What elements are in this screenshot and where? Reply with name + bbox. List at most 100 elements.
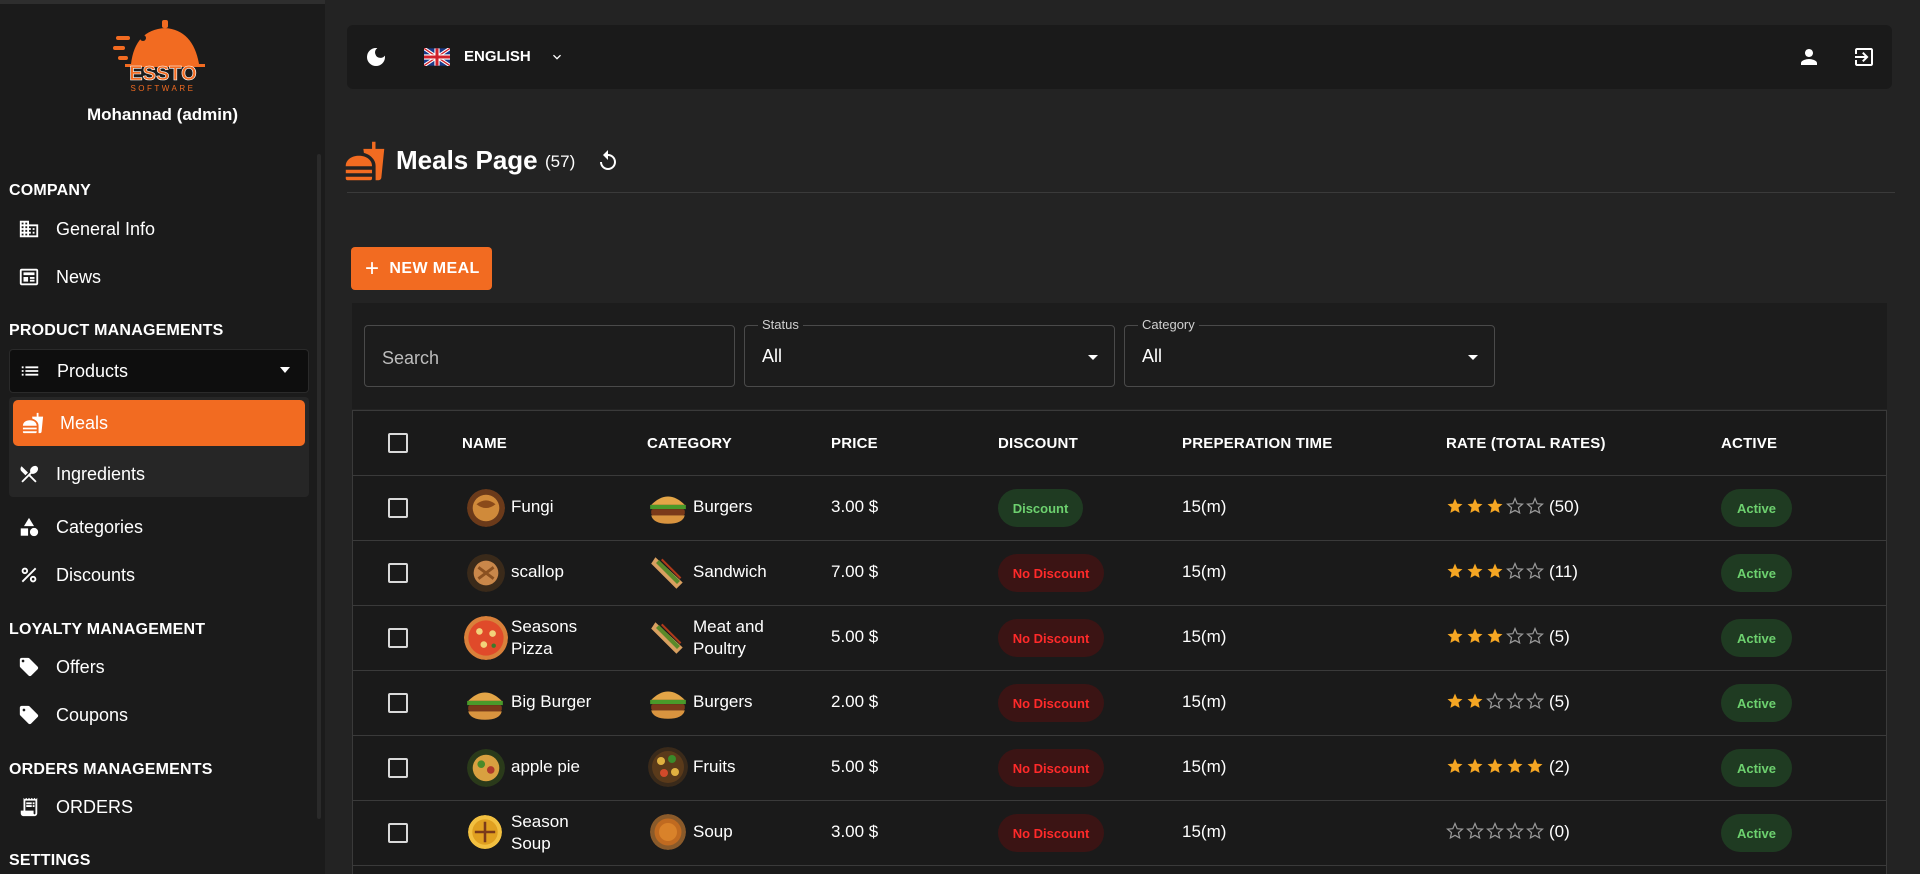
discount-badge: No Discount xyxy=(998,554,1104,592)
col-active[interactable]: ACTIVE xyxy=(1721,435,1777,452)
language-selector[interactable]: ENGLISH xyxy=(464,48,531,65)
row-checkbox[interactable] xyxy=(388,823,408,843)
rating-stars xyxy=(1446,497,1546,515)
sidebar-item-products[interactable]: Products xyxy=(9,349,309,393)
sidebar-item-ingredients[interactable]: Ingredients xyxy=(9,454,309,494)
logout-icon[interactable] xyxy=(1852,45,1876,69)
star-empty-icon xyxy=(1506,497,1524,515)
moon-icon[interactable] xyxy=(364,45,388,69)
sidebar-item-label: Categories xyxy=(56,516,144,537)
star-filled-icon xyxy=(1467,628,1483,643)
tags-icon xyxy=(14,703,44,727)
total-rates: (50) xyxy=(1549,497,1580,516)
active-badge[interactable]: Active xyxy=(1721,749,1792,787)
section-product: PRODUCT MANAGEMENTS xyxy=(9,322,224,339)
table-row[interactable]: scallop Sandwich 7.00 $ No Discount 15(m… xyxy=(353,541,1886,606)
prep-time: 15(m) xyxy=(1182,757,1227,776)
sidebar-item-label: ORDERS xyxy=(56,796,134,817)
prep-time: 15(m) xyxy=(1182,822,1227,841)
percent-icon xyxy=(14,563,44,587)
meal-name: apple pie xyxy=(511,757,581,776)
status-select[interactable]: Status All xyxy=(744,317,1115,387)
table-row[interactable]: Big Burger Burgers 2.00 $ No Discount 15… xyxy=(353,671,1886,736)
total-rates: (5) xyxy=(1549,627,1570,646)
sidebar-item-meals[interactable]: Meals xyxy=(13,400,305,446)
row-checkbox[interactable] xyxy=(388,628,408,648)
list-icon xyxy=(15,359,45,383)
building-icon xyxy=(14,217,44,241)
sidebar-item-offers[interactable]: Offers xyxy=(9,647,309,687)
category-thumbnail xyxy=(650,814,686,850)
meal-price: 3.00 $ xyxy=(831,497,879,516)
star-filled-icon xyxy=(1507,758,1523,773)
active-badge[interactable]: Active xyxy=(1721,684,1792,722)
sidebar-item-categories[interactable]: Categories xyxy=(9,507,309,547)
star-filled-icon xyxy=(1487,628,1503,643)
meal-thumbnail xyxy=(467,692,503,720)
app-root: ESSTO SOFTWARE Mohannad (admin) COMPANY … xyxy=(0,0,1920,874)
table-row[interactable]: Seasons Pizza Meat and Poultry 5.00 $ No D… xyxy=(353,606,1886,671)
row-checkbox[interactable] xyxy=(388,693,408,713)
sidebar-item-discounts[interactable]: Discounts xyxy=(9,555,309,595)
sidebar-item-label: Discounts xyxy=(56,564,136,585)
meal-name: scallop xyxy=(511,562,564,581)
new-meal-button[interactable]: + NEW MEAL xyxy=(351,247,492,290)
uk-flag-icon[interactable] xyxy=(424,48,450,66)
col-prep-time[interactable]: PREPERATION TIME xyxy=(1182,435,1332,452)
chevron-down-icon[interactable] xyxy=(549,49,565,65)
star-empty-icon xyxy=(1446,822,1464,840)
receipt-icon xyxy=(14,795,44,819)
star-filled-icon xyxy=(1467,693,1483,708)
select-all-checkbox[interactable] xyxy=(388,433,408,453)
row-checkbox[interactable] xyxy=(388,498,408,518)
sidebar-scrollbar[interactable] xyxy=(317,154,321,819)
active-badge[interactable]: Active xyxy=(1721,814,1792,852)
col-category[interactable]: CATEGORY xyxy=(647,435,732,452)
caret-down-icon xyxy=(280,367,290,373)
sidebar-item-label: Ingredients xyxy=(56,463,146,484)
star-filled-icon xyxy=(1447,758,1463,773)
meal-thumbnail xyxy=(467,554,505,592)
sidebar-item-news[interactable]: News xyxy=(9,257,309,297)
star-empty-icon xyxy=(1506,627,1524,645)
active-badge[interactable]: Active xyxy=(1721,489,1792,527)
col-discount[interactable]: DISCOUNT xyxy=(998,435,1078,452)
category-thumbnail xyxy=(648,747,688,787)
table-row[interactable]: Fungi Burgers 3.00 $ Discount 15(m) (50)… xyxy=(353,476,1886,541)
user-icon[interactable] xyxy=(1797,45,1821,69)
meal-thumbnail xyxy=(468,815,502,849)
table-row[interactable]: apple pie Fruits 5.00 $ No Discount 15(m… xyxy=(353,736,1886,801)
sidebar-item-label: Offers xyxy=(56,656,105,677)
dropdown-arrow-icon xyxy=(1468,355,1478,360)
star-filled-icon xyxy=(1447,563,1463,578)
star-empty-icon xyxy=(1506,562,1524,580)
active-badge[interactable]: Active xyxy=(1721,619,1792,657)
new-meal-label: NEW MEAL xyxy=(389,259,480,277)
discount-badge: No Discount xyxy=(998,684,1104,722)
meal-thumbnail xyxy=(467,489,505,527)
sidebar-item-coupons[interactable]: Coupons xyxy=(9,695,309,735)
search-input[interactable]: Search xyxy=(364,325,735,387)
prep-time: 15(m) xyxy=(1182,562,1227,581)
col-price[interactable]: PRICE xyxy=(831,435,878,452)
sidebar-item-label: General Info xyxy=(56,218,156,239)
discount-badge: Discount xyxy=(998,489,1083,527)
category-select[interactable]: Category All xyxy=(1124,317,1495,387)
sidebar-item-general-info[interactable]: General Info xyxy=(9,209,309,249)
row-checkbox[interactable] xyxy=(388,563,408,583)
meal-category: Soup xyxy=(693,822,733,841)
table-header: NAME CATEGORY PRICE DISCOUNT PREPERATION… xyxy=(353,411,1886,476)
sidebar-item-label: Products xyxy=(57,360,129,381)
status-label: Status xyxy=(758,317,803,332)
page-title: Meals Page xyxy=(396,145,538,175)
refresh-icon[interactable] xyxy=(596,149,620,173)
row-checkbox[interactable] xyxy=(388,758,408,778)
table-row[interactable]: Season Soup Soup 3.00 $ No Discount 15(m)… xyxy=(353,801,1886,866)
col-name[interactable]: NAME xyxy=(462,435,507,452)
meal-count: (57) xyxy=(545,152,576,171)
active-badge[interactable]: Active xyxy=(1721,554,1792,592)
col-rate[interactable]: RATE (TOTAL RATES) xyxy=(1446,435,1606,452)
tag-icon xyxy=(14,655,44,679)
star-filled-icon xyxy=(1467,563,1483,578)
sidebar-item-orders[interactable]: ORDERS xyxy=(9,787,309,827)
